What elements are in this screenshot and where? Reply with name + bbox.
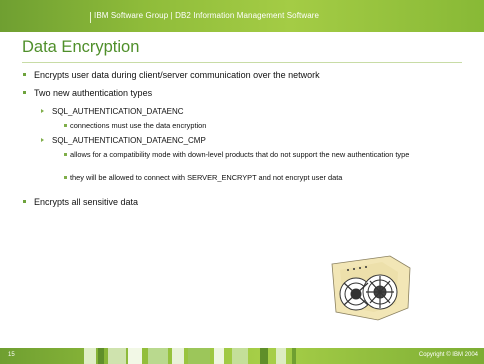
footer-decor <box>172 348 184 364</box>
bullet-text: Encrypts user data during client/server … <box>34 70 320 80</box>
header-text: IBM Software Group | DB2 Information Man… <box>94 11 320 20</box>
sub-sub-bullet-item: connections must use the data encryption <box>64 121 462 131</box>
sub-sub-bullet-item: they will be allowed to connect with SER… <box>64 173 462 183</box>
title-divider <box>22 62 462 63</box>
sub-bullet-item: SQL_AUTHENTICATION_DATAENC <box>41 107 184 116</box>
encryption-clipart <box>331 255 411 321</box>
footer-decor <box>260 348 268 364</box>
sub-sub-bullet-item: allows for a compatibility mode with dow… <box>64 150 462 160</box>
bullet-text: Encrypts all sensitive data <box>34 197 139 207</box>
triangle-bullet-icon <box>41 138 44 142</box>
footer-decor <box>128 348 142 364</box>
sub-sub-bullet-text: connections must use the data encryption <box>70 121 207 130</box>
sub-sub-bullet-text: allows for a compatibility mode with dow… <box>70 150 410 159</box>
footer-decor <box>188 348 210 364</box>
sub-bullet-text: SQL_AUTHENTICATION_DATAENC_CMP <box>52 136 206 145</box>
copyright-text: Copyright © IBM 2004 <box>418 352 478 358</box>
slide: IBM Software Group | DB2 Information Man… <box>0 0 484 364</box>
footer-bar: 15 Copyright © IBM 2004 <box>0 348 484 364</box>
triangle-bullet-icon <box>41 109 44 113</box>
footer-decor <box>108 348 126 364</box>
dot-bullet-icon <box>64 124 67 127</box>
footer-decor <box>84 348 96 364</box>
footer-decor <box>214 348 224 364</box>
slide-title: Data Encryption <box>22 38 140 56</box>
sub-sub-bullet-text: they will be allowed to connect with SER… <box>70 173 343 182</box>
footer-decor <box>276 348 286 364</box>
square-bullet-icon <box>23 200 26 203</box>
dot-bullet-icon <box>64 153 67 156</box>
bullet-text: Two new authentication types <box>34 88 153 98</box>
sub-bullet-text: SQL_AUTHENTICATION_DATAENC <box>52 107 184 116</box>
footer-decor <box>98 348 104 364</box>
square-bullet-icon <box>23 73 26 76</box>
slide-number: 15 <box>8 352 15 358</box>
footer-decor <box>232 348 248 364</box>
header-bar: IBM Software Group | DB2 Information Man… <box>0 0 484 32</box>
footer-decor <box>292 348 296 364</box>
footer-decor <box>148 348 168 364</box>
header-divider <box>90 12 91 23</box>
dot-bullet-icon <box>64 176 67 179</box>
sub-bullet-item: SQL_AUTHENTICATION_DATAENC_CMP <box>41 136 206 145</box>
square-bullet-icon <box>23 91 26 94</box>
